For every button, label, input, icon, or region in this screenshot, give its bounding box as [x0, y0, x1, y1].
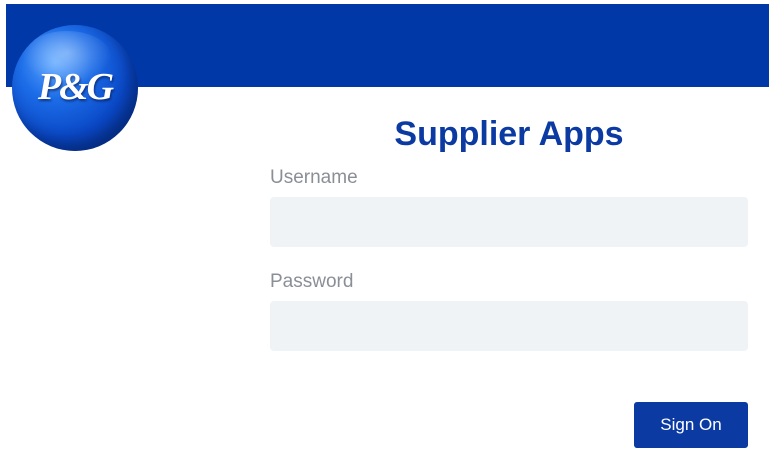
sign-on-button[interactable]: Sign On: [634, 402, 748, 448]
username-label: Username: [270, 167, 358, 188]
password-input[interactable]: [270, 301, 748, 351]
logo-text: P&G: [37, 66, 114, 108]
username-input[interactable]: [270, 197, 748, 247]
pg-logo-icon: P&G: [12, 25, 138, 151]
page-title: Supplier Apps: [394, 115, 624, 153]
login-page: P&G Supplier Apps Username Password Sign…: [0, 0, 769, 449]
password-label: Password: [270, 271, 354, 292]
